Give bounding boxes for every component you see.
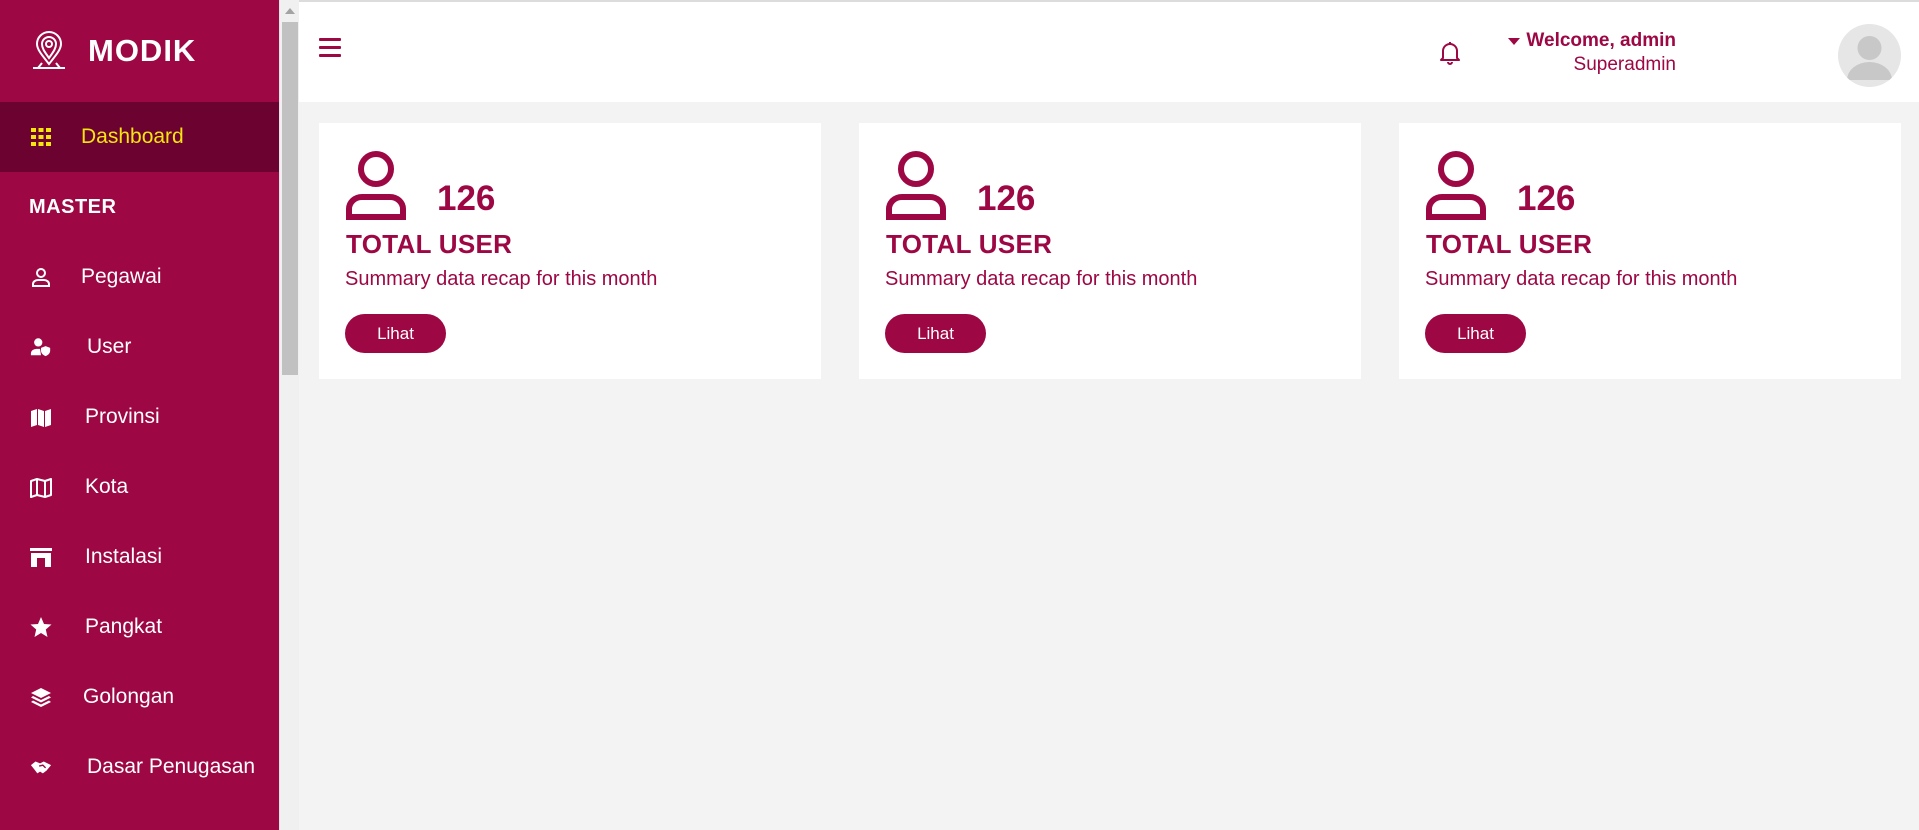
sidebar-item-pangkat[interactable]: Pangkat [0, 592, 279, 662]
stat-count: 126 [1517, 179, 1576, 218]
stat-title: TOTAL USER [346, 229, 513, 259]
lihat-button[interactable]: Lihat [885, 314, 986, 353]
sidebar-item-pegawai[interactable]: Pegawai [0, 242, 279, 312]
scroll-up-arrow-icon[interactable] [285, 8, 295, 14]
avatar[interactable] [1838, 24, 1901, 87]
sidebar-section-master: MASTER [29, 195, 117, 218]
sidebar-item-dashboard[interactable]: Dashboard [0, 102, 279, 172]
stat-card-1: 126 TOTAL USER Summary data recap for th… [319, 123, 821, 379]
stat-title: TOTAL USER [1426, 229, 1593, 259]
sidebar-item-dasar-penugasan[interactable]: Dasar Penugasan [0, 732, 279, 802]
stat-count: 126 [437, 179, 496, 218]
stat-title: TOTAL USER [886, 229, 1053, 259]
sidebar-item-label: Provinsi [85, 405, 160, 428]
sidebar-item-label: Dasar Penugasan [87, 755, 256, 778]
layers-icon [29, 685, 53, 709]
location-pin-logo-icon [28, 30, 70, 72]
app-name: MODIK [88, 33, 197, 68]
user-role: Superadmin [1573, 54, 1676, 75]
sidebar-item-label: Pegawai [81, 265, 162, 288]
user-outline-icon [29, 265, 53, 289]
stat-count: 126 [977, 179, 1036, 218]
sidebar-scrollbar[interactable] [279, 0, 299, 830]
sidebar-item-label: Golongan [83, 685, 175, 708]
bell-icon[interactable] [1438, 40, 1462, 66]
welcome-text: Welcome, admin [1526, 30, 1676, 51]
lihat-button[interactable]: Lihat [345, 314, 446, 353]
user-outline-icon [885, 149, 947, 221]
sidebar-item-label: Dashboard [81, 125, 184, 148]
stat-description: Summary data recap for this month [1425, 268, 1738, 290]
stat-card-3: 126 TOTAL USER Summary data recap for th… [1399, 123, 1901, 379]
sidebar-item-golongan[interactable]: Golongan [0, 662, 279, 732]
caret-down-icon [1508, 37, 1521, 45]
user-outline-icon [1425, 149, 1487, 221]
handshake-icon [29, 755, 53, 779]
scrollbar-thumb[interactable] [282, 22, 298, 375]
sidebar-item-label: Instalasi [85, 545, 163, 568]
lihat-button[interactable]: Lihat [1425, 314, 1526, 353]
hamburger-menu-icon[interactable] [319, 38, 341, 58]
sidebar-item-user[interactable]: User [0, 312, 279, 382]
sidebar-item-provinsi[interactable]: Provinsi [0, 382, 279, 452]
sidebar-item-label: Kota [85, 475, 129, 498]
building-icon [29, 545, 53, 569]
user-outline-icon [345, 149, 407, 221]
map-outline-icon [29, 475, 53, 499]
stat-card-2: 126 TOTAL USER Summary data recap for th… [859, 123, 1361, 379]
sidebar-item-label: Pangkat [85, 615, 163, 638]
sidebar: MODIK Dashboard MASTER Pegawai User Prov… [0, 0, 279, 830]
stat-description: Summary data recap for this month [885, 268, 1198, 290]
stat-description: Summary data recap for this month [345, 268, 658, 290]
brand[interactable]: MODIK [0, 0, 279, 102]
sidebar-item-label: User [87, 335, 132, 358]
star-icon [29, 615, 53, 639]
map-solid-icon [29, 405, 53, 429]
grid-icon [29, 125, 53, 149]
sidebar-item-instalasi[interactable]: Instalasi [0, 522, 279, 592]
sidebar-item-kota[interactable]: Kota [0, 452, 279, 522]
user-shield-icon [29, 335, 53, 359]
top-bar: Welcome, admin Superadmin [299, 0, 1919, 102]
user-menu[interactable]: Welcome, admin Superadmin [1508, 30, 1676, 76]
